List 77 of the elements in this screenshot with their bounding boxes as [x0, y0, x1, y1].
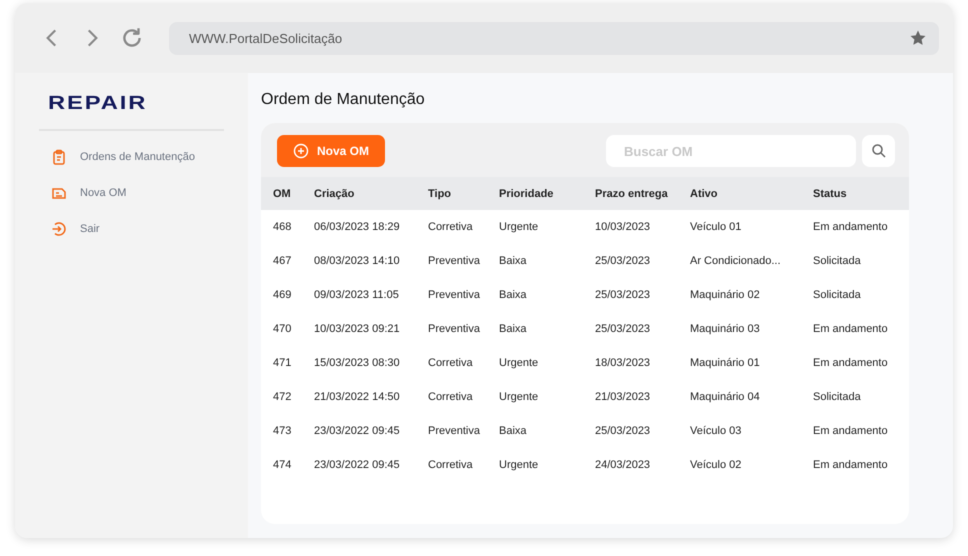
table-cell-text: Em andamento [813, 425, 889, 437]
table-cell-text: 10/03/2023 [595, 221, 652, 233]
table-cell-text: 467 [273, 255, 292, 267]
table-cell-text: 471 [273, 357, 292, 369]
table-cell-text: Veículo 02 [690, 459, 742, 471]
table-cell-text: 15/03/2023 08:30 [314, 357, 401, 369]
table-cell-text: Corretiva [428, 357, 474, 369]
logo: REPAIR [48, 93, 148, 115]
column-header: OM [273, 188, 292, 200]
exit-icon [51, 221, 67, 237]
column-header: Criação [314, 188, 356, 200]
table-cell-text: 469 [273, 289, 292, 301]
table-cell-text: Urgente [499, 357, 540, 369]
new-order-button[interactable]: Nova OM [277, 135, 386, 167]
table-cell-text: 25/03/2023 [595, 255, 652, 267]
sidebar-item[interactable]: Nova OM [39, 175, 224, 211]
table-cell-text: Preventiva [428, 425, 481, 437]
table-cell-text: 25/03/2023 [595, 425, 652, 437]
table-cell-text: Preventiva [428, 323, 481, 335]
table-cell-text: 09/03/2023 11:05 [314, 289, 400, 301]
column-header: Tipo [428, 188, 452, 200]
table-cell-text: Solicitada [813, 289, 862, 301]
column-header: Prazo entrega [595, 188, 669, 200]
table-cell-text: 472 [273, 391, 292, 403]
sidebar-item[interactable]: Sair [39, 211, 224, 247]
table-cell-text: Em andamento [813, 459, 889, 471]
url-text: WWW.PortalDeSolicitação [189, 30, 344, 46]
table-cell-text: Corretiva [428, 459, 474, 471]
column-header: Status [813, 188, 848, 200]
table-cell-text: Em andamento [813, 221, 889, 233]
table-cell-text: Solicitada [813, 391, 862, 403]
table-cell-text: Urgente [499, 221, 540, 233]
table-cell-text: Maquinário 04 [690, 391, 761, 403]
table-cell-text: 08/03/2023 14:10 [314, 255, 401, 267]
table-cell-text: Corretiva [428, 221, 474, 233]
table-cell-text: 23/03/2022 09:45 [314, 459, 401, 471]
table-cell-text: Urgente [499, 459, 540, 471]
table-cell-text: 21/03/2022 14:50 [314, 391, 401, 403]
column-header: Ativo [690, 188, 718, 200]
table-cell-text: Ar Condicionado... [690, 255, 782, 267]
table-cell-text: Veículo 01 [690, 221, 742, 233]
table-cell-text: 473 [273, 425, 292, 437]
table-cell-text: Maquinário 02 [690, 289, 761, 301]
table-cell-text: 25/03/2023 [595, 323, 652, 335]
column-header: Prioridade [499, 188, 554, 200]
clipboard-icon [51, 149, 67, 165]
table-cell-text: 468 [273, 221, 292, 233]
table-cell-text: 10/03/2023 09:21 [314, 323, 401, 335]
table-cell-text: Em andamento [813, 357, 889, 369]
star-icon[interactable] [909, 29, 927, 47]
table-cell-text: Baixa [499, 425, 528, 437]
search-button[interactable] [862, 135, 895, 167]
table-cell-text: Preventiva [428, 289, 481, 301]
address-bar[interactable]: WWW.PortalDeSolicitação [169, 22, 939, 54]
table-cell-text: Corretiva [428, 391, 474, 403]
table-cell-text: Maquinário 03 [690, 323, 761, 335]
table-cell-text: Baixa [499, 289, 528, 301]
sidebar-item[interactable]: Ordens de Manutenção [39, 139, 224, 175]
table-cell-text: Preventiva [428, 255, 481, 267]
table-cell-text: 21/03/2023 [595, 391, 652, 403]
table-cell-text: 23/03/2022 09:45 [314, 425, 401, 437]
table-cell-text: 18/03/2023 [595, 357, 652, 369]
table-cell-text: Urgente [499, 391, 540, 403]
table-cell-text: 25/03/2023 [595, 289, 652, 301]
table-cell-text: Baixa [499, 323, 528, 335]
table-cell-text: Solicitada [813, 255, 862, 267]
table-cell-text: Em andamento [813, 323, 889, 335]
table-cell-text: 474 [273, 459, 292, 471]
search-icon [870, 143, 886, 159]
table-cell-text: Maquinário 01 [690, 357, 761, 369]
table-cell-text: 470 [273, 323, 292, 335]
table-cell-text: 24/03/2023 [595, 459, 652, 471]
table-cell-text: 06/03/2023 18:29 [314, 221, 401, 233]
table-cell-text: Veículo 03 [690, 425, 742, 437]
page-title: Ordem de Manutenção [261, 91, 426, 109]
table-cell-text: Baixa [499, 255, 528, 267]
plus-circle-icon [293, 143, 309, 159]
